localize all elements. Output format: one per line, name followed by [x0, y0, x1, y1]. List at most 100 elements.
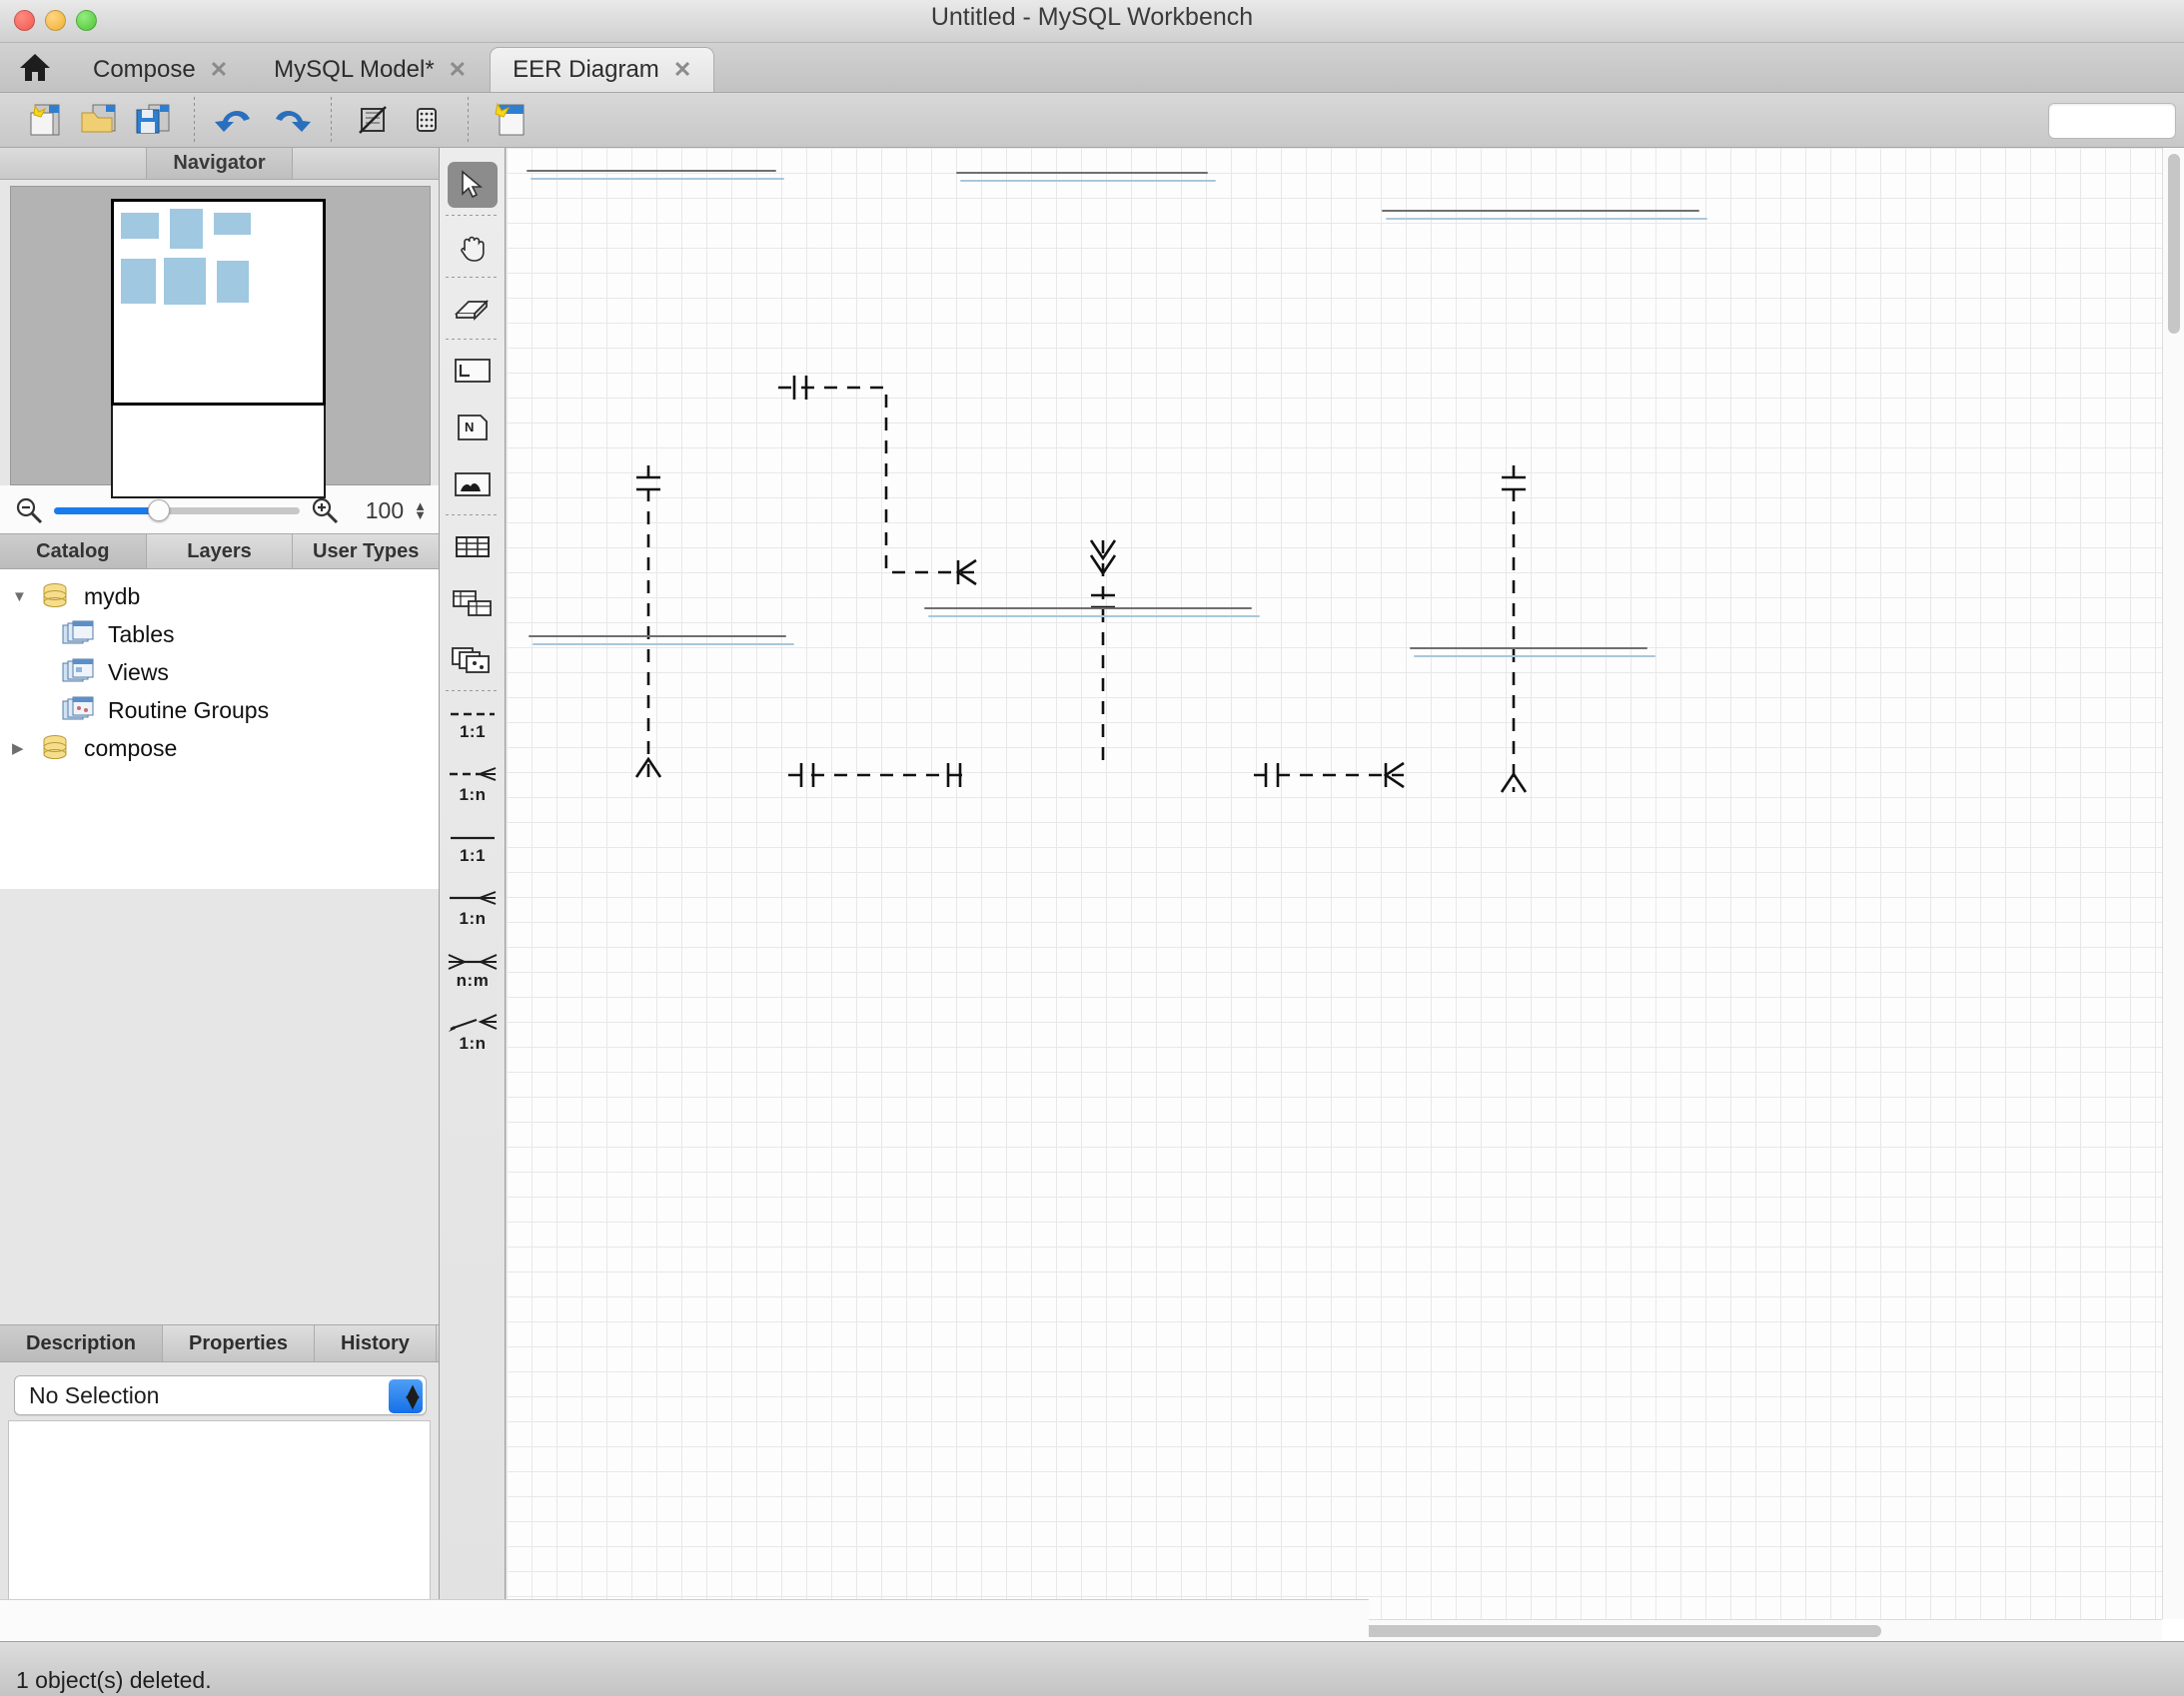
tree-item-label: Tables [108, 620, 175, 647]
pointer-tool[interactable] [440, 156, 506, 213]
toggle-grid-button[interactable] [346, 96, 400, 144]
tab-user-types[interactable]: User Types [293, 534, 439, 568]
description-tab-bar: Description Properties History [0, 1324, 439, 1362]
toolbar-separator [194, 97, 195, 143]
window-title: Untitled - MySQL Workbench [930, 3, 1254, 31]
tree-item-views[interactable]: Views [0, 653, 439, 691]
new-model-button[interactable] [18, 96, 72, 144]
tab-history[interactable]: History [315, 1325, 437, 1361]
tab-close-icon[interactable]: ✕ [449, 57, 467, 83]
tab-eer-diagram[interactable]: EER Diagram ✕ [490, 47, 715, 92]
tab-layers[interactable]: Layers [147, 534, 294, 568]
zoom-slider[interactable] [54, 499, 301, 521]
rel-label: 1:n [459, 909, 487, 928]
relation-1-n-identifying-icon [450, 767, 497, 781]
table-header[interactable]: Cars [1411, 648, 1646, 649]
palette-separator [446, 339, 499, 340]
selection-combo[interactable]: No Selection ▲ ▼ [14, 1375, 427, 1415]
table-header[interactable]: Person [925, 608, 1251, 609]
table-shadow [928, 615, 1260, 617]
zoom-slider-knob[interactable] [147, 499, 170, 521]
catalog-tab-bar: Catalog Layers User Types [0, 533, 439, 569]
zoom-out-icon[interactable] [14, 495, 44, 525]
zoom-slider-fill [54, 507, 158, 514]
rel-place-1-n-tool[interactable]: 1:n [440, 1003, 506, 1065]
home-tab[interactable] [0, 42, 70, 92]
scrollbar-thumb[interactable] [2168, 154, 2180, 334]
chevron-updown-icon[interactable]: ▲ ▼ [389, 1379, 424, 1413]
table-body: Person id INT(11) name VARCHAR(45) addre… [924, 607, 1252, 609]
view-tool[interactable] [440, 574, 506, 631]
tab-compose[interactable]: Compose ✕ [70, 47, 251, 92]
toolbar-search-input[interactable] [2048, 103, 2176, 139]
eer-diagram-canvas[interactable]: location id INT(11) state VARCHAR(128) c… [507, 148, 2184, 1641]
status-message: 1 object(s) deleted. [16, 1667, 212, 1693]
tool-palette: N 1:1 1:n 1:1 1:n n:m 1:n [440, 148, 506, 1641]
tab-catalog[interactable]: Catalog [0, 534, 147, 568]
tab-mysql-model[interactable]: MySQL Model* ✕ [251, 47, 490, 92]
palette-separator [446, 215, 499, 216]
selection-combo-value: No Selection [29, 1381, 160, 1408]
tab-description[interactable]: Description [0, 1325, 164, 1361]
save-model-button[interactable] [126, 96, 180, 144]
hand-tool[interactable] [440, 218, 506, 275]
redo-button[interactable] [263, 96, 317, 144]
note-tool[interactable]: N [440, 399, 506, 455]
stepper-down-icon[interactable]: ▼ [414, 508, 427, 521]
tree-item-label: compose [84, 734, 178, 761]
zoom-stepper[interactable]: ▲ ▼ [414, 499, 427, 521]
grid-snap-button[interactable] [400, 96, 454, 144]
table-header[interactable]: location [528, 171, 775, 172]
tab-close-icon[interactable]: ✕ [210, 57, 228, 83]
relation-1-n-non-identifying-icon [450, 891, 497, 905]
table-shadow [1414, 655, 1655, 657]
layer-icon [455, 358, 491, 383]
tab-bar: Compose ✕ MySQL Model* ✕ EER Diagram ✕ [0, 43, 2184, 93]
chevron-down-icon[interactable]: ▼ [12, 588, 34, 605]
new-table-icon [456, 535, 490, 557]
new-diagram-button[interactable] [483, 96, 537, 144]
undo-button[interactable] [209, 96, 263, 144]
rel-1-n-non-identifying-tool[interactable]: 1:n [440, 879, 506, 941]
palette-separator [446, 690, 499, 691]
status-white-strip [0, 1599, 1369, 1641]
eraser-tool[interactable] [440, 280, 506, 337]
new-view-icon [453, 589, 492, 616]
open-model-button[interactable] [72, 96, 126, 144]
table-header[interactable]: car_brand [1383, 211, 1698, 212]
navigator-viewport[interactable] [111, 199, 326, 406]
tree-item-routine-groups[interactable]: Routine Groups [0, 691, 439, 729]
table-body: Cars id INT(11) brand INT(11) doors INT(… [1410, 647, 1647, 649]
chevron-right-icon[interactable]: ▶ [12, 739, 34, 757]
table-body: location id INT(11) state VARCHAR(128) c… [527, 170, 776, 172]
rel-label: 1:1 [459, 846, 487, 865]
palette-separator [446, 277, 499, 278]
table-tool[interactable] [440, 517, 506, 574]
tab-properties[interactable]: Properties [163, 1325, 315, 1361]
window-title-bar: Untitled - MySQL Workbench [0, 0, 2184, 43]
table-header[interactable]: House [957, 173, 1207, 174]
zoom-in-icon[interactable] [310, 495, 340, 525]
routine-group-tool[interactable] [440, 631, 506, 688]
image-tool[interactable] [440, 455, 506, 512]
catalog-tree: ▼ mydb Tables Views Routine Groups ▶ com… [0, 569, 439, 889]
rel-n-m-tool[interactable]: n:m [440, 941, 506, 1003]
tab-label: MySQL Model* [274, 56, 435, 83]
rel-1-n-identifying-tool[interactable]: 1:n [440, 755, 506, 817]
rel-1-1-identifying-tool[interactable]: 1:1 [440, 693, 506, 755]
tab-close-icon[interactable]: ✕ [673, 57, 691, 83]
tables-icon [62, 620, 96, 648]
layer-tool[interactable] [440, 342, 506, 399]
tree-item-tables[interactable]: Tables [0, 615, 439, 653]
tree-item-compose[interactable]: ▶ compose [0, 729, 439, 767]
grid-snap-icon [417, 108, 437, 132]
tree-item-mydb[interactable]: ▼ mydb [0, 577, 439, 615]
relation-n-m-icon [448, 954, 498, 970]
table-shadow [533, 643, 794, 645]
canvas-vertical-scrollbar[interactable] [2162, 148, 2184, 1619]
rel-1-1-non-identifying-tool[interactable]: 1:1 [440, 817, 506, 879]
navigator-minimap[interactable] [10, 186, 431, 498]
save-model-icon [136, 104, 170, 134]
table-header[interactable]: University [530, 636, 785, 637]
hand-icon [461, 236, 485, 262]
